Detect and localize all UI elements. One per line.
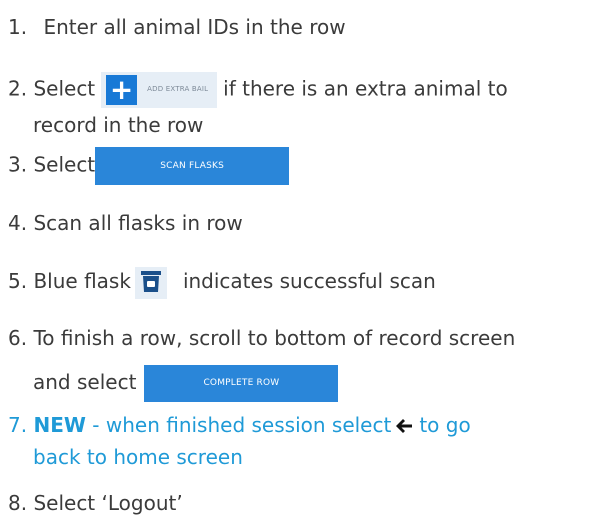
step-text-after: indicates successful scan: [182, 269, 436, 293]
step-7: 7. NEW - when finished session select to …: [8, 410, 471, 472]
step-continuation: back to home screen: [33, 444, 243, 469]
complete-row-button[interactable]: COMPLETE ROW: [144, 365, 339, 402]
step-number: 8.: [8, 491, 28, 515]
step-number: 1.: [8, 15, 28, 39]
step-3: 3. Select SCAN FLASKS: [8, 147, 290, 185]
step-continuation: and select COMPLETE ROW: [8, 365, 515, 402]
step-4: 4. Scan all flasks in row: [8, 208, 243, 238]
step-text: Enter all animal IDs in the row: [43, 15, 346, 39]
new-label: NEW: [33, 413, 86, 437]
step-number: 6.: [8, 326, 28, 350]
blue-flask-icon: [134, 266, 167, 299]
step-text: Scan all flasks in row: [33, 211, 243, 235]
plus-icon: +: [106, 75, 138, 105]
step-continuation: record in the row: [33, 113, 204, 137]
step-2: 2. Select + ADD EXTRA BAIL if there is an e…: [8, 72, 508, 140]
step-number: 3.: [8, 152, 28, 177]
step-text: To finish a row, scroll to bottom of rec…: [33, 326, 516, 350]
add-extra-bail-button[interactable]: + ADD EXTRA BAIL: [101, 72, 218, 108]
step-number: 4.: [8, 211, 28, 235]
step-text-and-select: and select: [33, 370, 137, 394]
step-6: 6. To finish a row, scroll to bottom of …: [8, 323, 515, 402]
step-text-after: if there is an extra animal to: [223, 76, 508, 101]
step-number: 7.: [8, 413, 28, 437]
step-text: Select ‘Logout’: [33, 491, 183, 515]
step-text-after: to go: [419, 413, 471, 437]
step-8: 8. Select ‘Logout’: [8, 488, 183, 518]
add-extra-bail-label: ADD EXTRA BAIL: [147, 85, 209, 93]
step-1: 1. Enter all animal IDs in the row: [8, 12, 346, 42]
step-text: - when finished session select: [92, 413, 392, 437]
step-text: Select: [33, 152, 96, 177]
back-arrow-icon: [395, 412, 413, 442]
step-text: Select: [33, 76, 96, 101]
step-text: Blue flask: [33, 269, 131, 293]
step-number: 5.: [8, 269, 28, 293]
step-number: 2.: [8, 76, 28, 101]
step-5: 5. Blue flask indicates successful scan: [8, 266, 436, 299]
scan-flasks-button[interactable]: SCAN FLASKS: [95, 147, 290, 185]
